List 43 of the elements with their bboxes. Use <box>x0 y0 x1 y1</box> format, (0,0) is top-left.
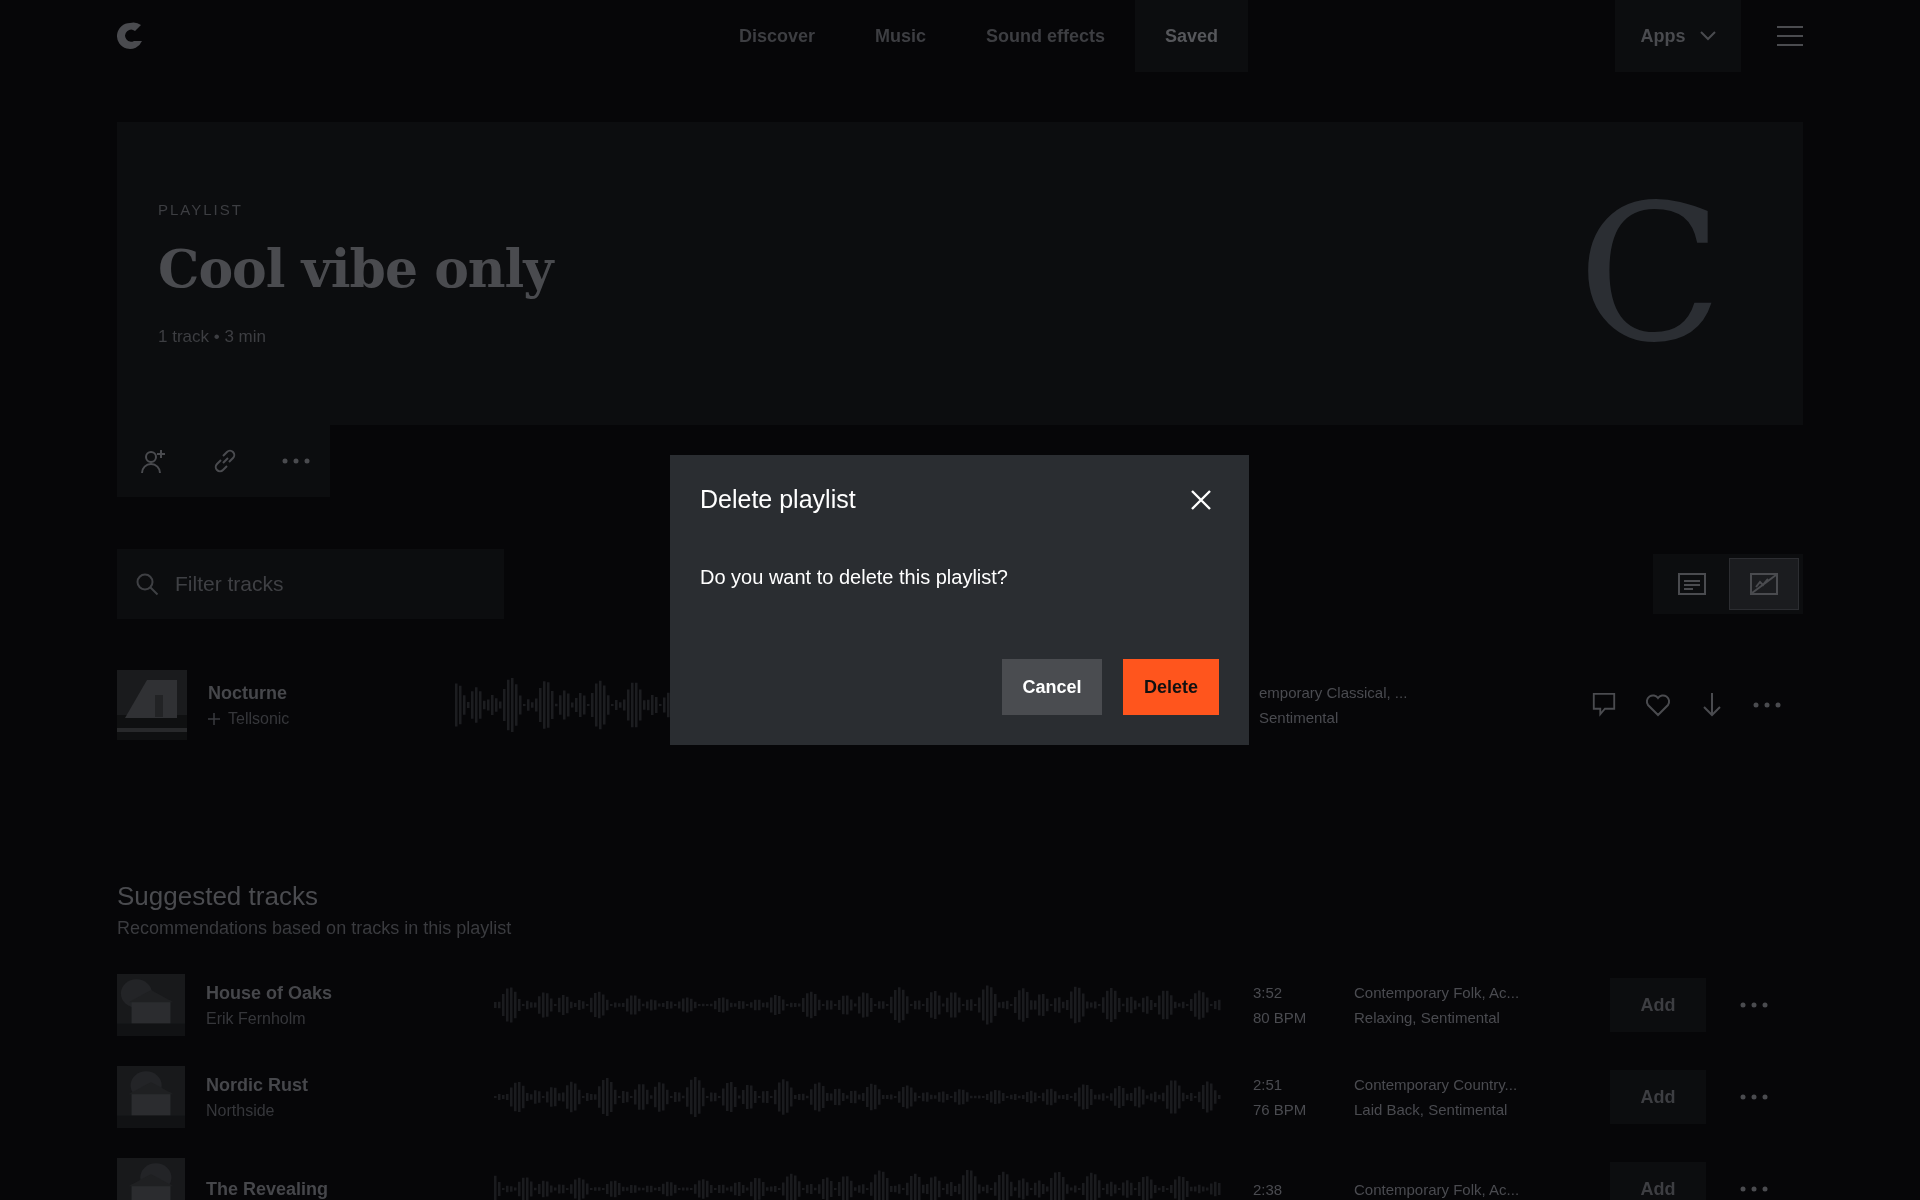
more-icon[interactable] <box>1740 1094 1768 1100</box>
add-person-icon[interactable] <box>140 447 168 475</box>
chart-icon <box>1750 573 1778 595</box>
track-duration: 2:51 <box>1253 1076 1284 1093</box>
dialog-title: Delete playlist <box>700 485 856 514</box>
more-icon[interactable] <box>1753 702 1781 708</box>
mood-tags: Relaxing, Sentimental <box>1354 1009 1610 1026</box>
track-duration: 2:38 <box>1253 1180 1284 1198</box>
track-title[interactable]: Nordic Rust <box>206 1074 486 1096</box>
waveform-view-button[interactable] <box>1729 558 1799 610</box>
genre-tags: Contemporary Folk, Ac... <box>1354 1180 1610 1198</box>
nav-tab[interactable]: Discover <box>709 0 846 72</box>
mood-tags: Sentimental <box>1259 709 1559 726</box>
menu-icon[interactable] <box>1777 26 1803 46</box>
track-duration: 3:52 <box>1253 984 1284 1001</box>
nav-tab[interactable]: Sound effects <box>956 0 1136 72</box>
genre-tags: Contemporary Country... <box>1354 1076 1610 1093</box>
track-title[interactable]: The Revealing <box>206 1178 486 1200</box>
caret-icon <box>1699 31 1716 41</box>
apps-button[interactable]: Apps <box>1615 0 1741 72</box>
track-title[interactable]: Nocturne <box>208 682 438 704</box>
plus-icon[interactable] <box>208 712 220 725</box>
list-icon <box>1678 573 1706 595</box>
mood-tags: Laid Back, Sentimental <box>1354 1101 1610 1118</box>
genre-tags: Contemporary Folk, Ac... <box>1354 984 1610 1001</box>
section-title: Suggested tracks <box>117 881 319 912</box>
more-icon[interactable] <box>1740 1186 1768 1192</box>
track-bpm: 80 BPM <box>1253 1009 1308 1026</box>
heart-icon[interactable] <box>1645 692 1671 718</box>
track-bpm: 76 BPM <box>1253 1101 1308 1118</box>
more-icon[interactable] <box>1740 1002 1768 1008</box>
track-title[interactable]: House of Oaks <box>206 982 486 1004</box>
comment-icon[interactable] <box>1591 692 1617 718</box>
nav-tab[interactable]: Saved <box>1135 0 1249 72</box>
dialog-message: Do you want to delete this playlist? <box>700 566 1009 589</box>
close-icon[interactable] <box>1190 488 1212 511</box>
logo-icon[interactable] <box>117 22 143 50</box>
delete-button[interactable]: Delete <box>1123 659 1219 715</box>
cancel-button[interactable]: Cancel <box>1002 659 1102 715</box>
playlist-title: Cool vibe only <box>158 237 553 299</box>
more-icon[interactable] <box>282 458 310 464</box>
nav-tab[interactable]: Music <box>845 0 957 72</box>
genre-tags: emporary Classical, ... <box>1259 684 1559 701</box>
